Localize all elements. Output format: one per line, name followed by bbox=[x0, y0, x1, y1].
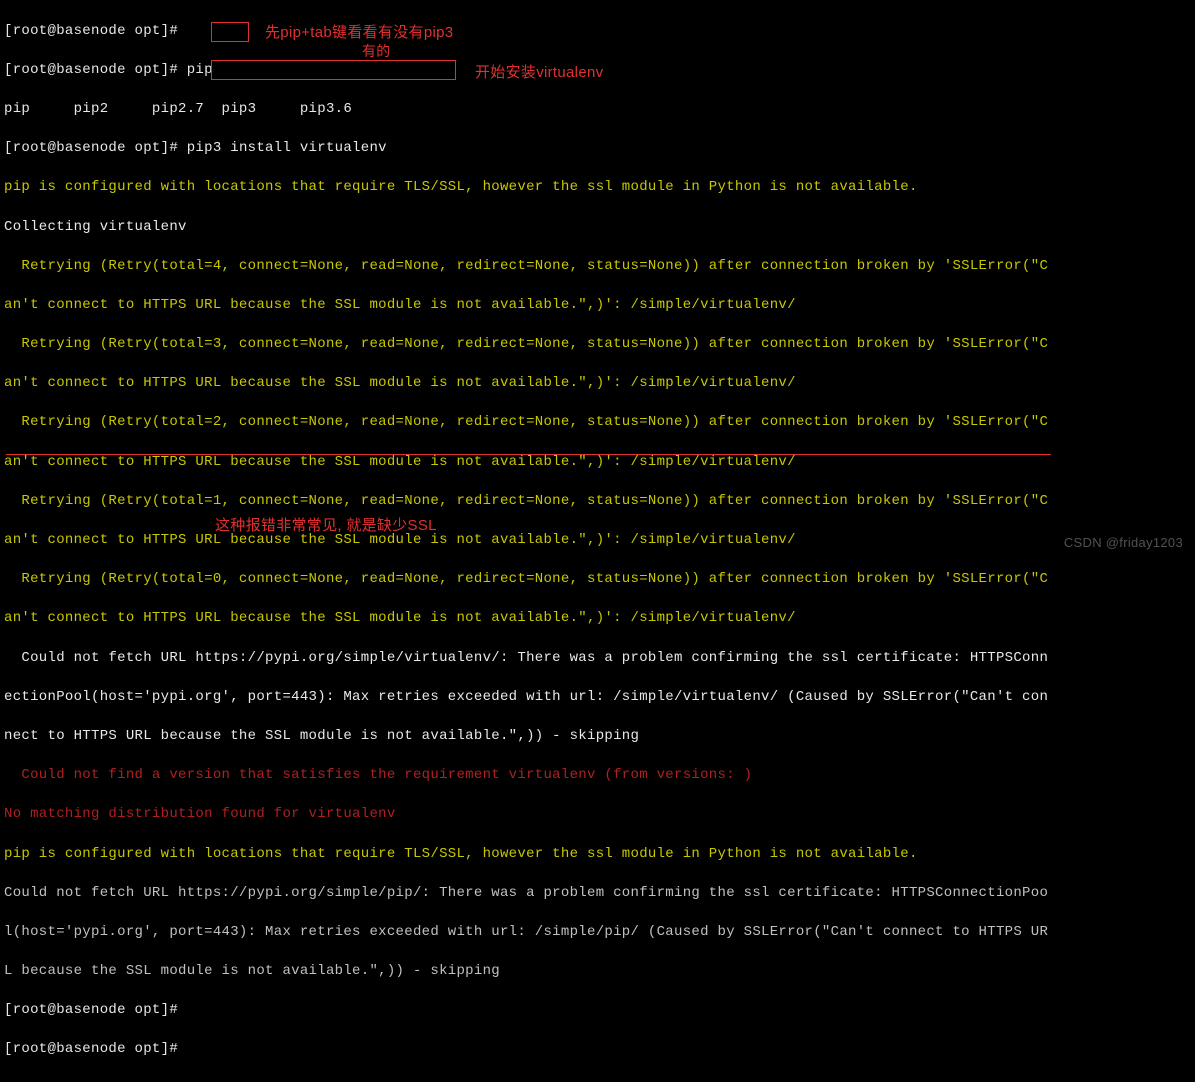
retry-line: an't connect to HTTPS URL because the SS… bbox=[4, 609, 1191, 629]
terminal-output: [root@basenode opt]# [root@basenode opt]… bbox=[0, 0, 1195, 1082]
annotation-text: 先pip+tab键看看有没有pip3 bbox=[265, 22, 453, 43]
error-line: Could not fetch URL https://pypi.org/sim… bbox=[4, 649, 1191, 669]
warning-line: pip is configured with locations that re… bbox=[4, 845, 1191, 865]
watermark: CSDN @friday1203 bbox=[1064, 534, 1183, 552]
retry-line: Retrying (Retry(total=1, connect=None, r… bbox=[4, 492, 1191, 512]
retry-line: Retrying (Retry(total=0, connect=None, r… bbox=[4, 570, 1191, 590]
retry-line: an't connect to HTTPS URL because the SS… bbox=[4, 531, 1191, 551]
error-line: ectionPool(host='pypi.org', port=443): M… bbox=[4, 688, 1191, 708]
error-line: nect to HTTPS URL because the SSL module… bbox=[4, 727, 1191, 747]
underline bbox=[6, 454, 1051, 455]
cmd-pip: pip bbox=[187, 62, 213, 78]
error-line: Could not fetch URL https://pypi.org/sim… bbox=[4, 884, 1191, 904]
error-line: Could not find a version that satisfies … bbox=[4, 766, 1191, 786]
error-line: L because the SSL module is not availabl… bbox=[4, 962, 1191, 982]
prompt-line: [root@basenode opt]# bbox=[4, 22, 1191, 42]
prompt-line: [root@basenode opt]# bbox=[4, 1001, 1191, 1021]
retry-line: an't connect to HTTPS URL because the SS… bbox=[4, 453, 1191, 473]
retry-line: an't connect to HTTPS URL because the SS… bbox=[4, 296, 1191, 316]
cmd-install: pip3 install virtualenv bbox=[187, 140, 387, 156]
retry-line: an't connect to HTTPS URL because the SS… bbox=[4, 374, 1191, 394]
highlight-box bbox=[211, 60, 456, 80]
highlight-box bbox=[211, 22, 249, 42]
error-line: No matching distribution found for virtu… bbox=[4, 805, 1191, 825]
retry-line: Retrying (Retry(total=4, connect=None, r… bbox=[4, 257, 1191, 277]
retry-line: Retrying (Retry(total=3, connect=None, r… bbox=[4, 335, 1191, 355]
retry-line: Retrying (Retry(total=2, connect=None, r… bbox=[4, 413, 1191, 433]
prompt-line: [root@basenode opt]# bbox=[4, 1040, 1191, 1060]
tab-completion: pip pip2 pip2.7 pip3 pip3.6 bbox=[4, 100, 1191, 120]
annotation-text: 开始安装virtualenv bbox=[475, 62, 603, 83]
warning-line: pip is configured with locations that re… bbox=[4, 178, 1191, 198]
prompt-line: [root@basenode opt]# pip3 install virtua… bbox=[4, 139, 1191, 159]
annotation-text: 这种报错非常常见, 就是缺少SSL bbox=[215, 515, 437, 536]
annotation-text: 有的 bbox=[362, 42, 391, 62]
output-line: Collecting virtualenv bbox=[4, 218, 1191, 238]
error-line: l(host='pypi.org', port=443): Max retrie… bbox=[4, 923, 1191, 943]
